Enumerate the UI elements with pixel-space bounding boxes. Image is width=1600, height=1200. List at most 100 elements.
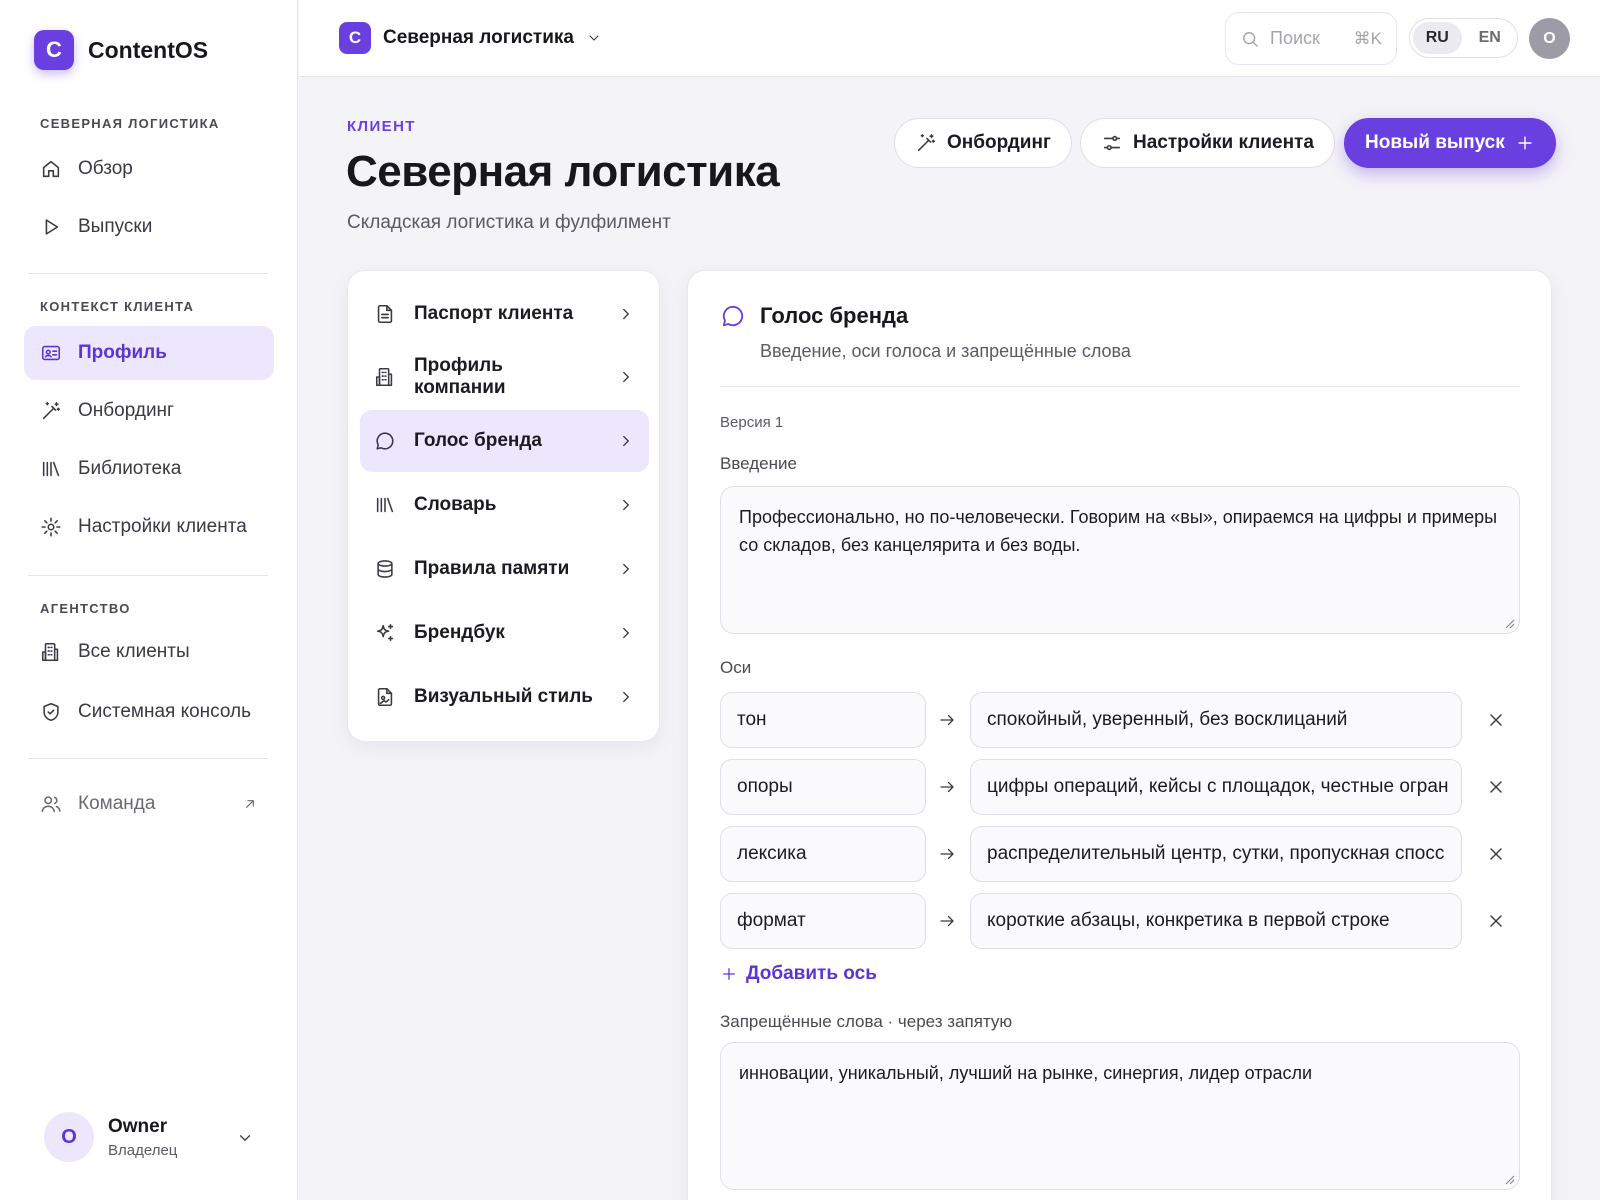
sidebar-item-overview[interactable]: Обзор: [24, 142, 274, 196]
sidebar-item-team[interactable]: Команда: [24, 777, 274, 831]
library-icon: [376, 497, 394, 513]
chevron-down-icon[interactable]: [236, 1129, 254, 1147]
section-description: Введение, оси голоса и запрещённые слова: [760, 341, 1131, 361]
section-header: Голос бренда: [720, 303, 908, 329]
axis-value-input[interactable]: спокойный, уверенный, без восклицаний: [970, 692, 1462, 748]
app-name: ContentOS: [88, 36, 209, 63]
resize-handle-icon[interactable]: [1503, 1173, 1515, 1185]
sidebar-item-onboarding[interactable]: Онбординг: [24, 384, 274, 438]
chevron-right-icon: [623, 435, 629, 447]
axis-value-input[interactable]: распределительный центр, сутки, пропускн…: [970, 826, 1462, 882]
document-icon: [377, 304, 393, 324]
onboarding-button-label: Онбординг: [947, 132, 1051, 153]
chevron-right-icon: [623, 308, 629, 320]
intro-label: Введение: [720, 454, 797, 473]
arrow-right-icon: [940, 915, 954, 927]
axis-row: формат короткие абзацы, конкретика в пер…: [720, 893, 1520, 949]
client-switcher[interactable]: C Северная логистика: [339, 22, 602, 54]
new-release-button-label: Новый выпуск: [1365, 132, 1505, 153]
axis-value-input[interactable]: цифры операций, кейсы с площадок, честны…: [970, 759, 1462, 815]
external-link-icon: [246, 800, 254, 808]
magic-wand-icon: [42, 401, 61, 420]
arrow-right-icon: [940, 714, 954, 726]
sidebar: C ContentOS СЕВЕРНАЯ ЛОГИСТИКА Обзор Вып…: [0, 0, 298, 1200]
menu-item-label: Визуальный стиль: [414, 686, 593, 707]
play-icon: [45, 219, 59, 235]
sidebar-item-label: Системная консоль: [78, 701, 252, 722]
user-name: Owner: [108, 1115, 168, 1137]
chat-bubble-icon: [376, 432, 394, 450]
search-placeholder: Поиск: [1270, 28, 1320, 48]
onboarding-button[interactable]: Онбординг: [894, 118, 1072, 168]
topbar: C Северная логистика Поиск ⌘K RU EN O: [299, 0, 1600, 77]
new-release-button[interactable]: Новый выпуск: [1344, 118, 1556, 168]
menu-item-client-passport[interactable]: Паспорт клиента: [360, 283, 649, 345]
menu-item-label: Профиль компании: [414, 355, 506, 398]
add-axis-label: Добавить ось: [746, 963, 877, 984]
sliders-icon: [1103, 135, 1121, 151]
avatar: O: [44, 1112, 94, 1162]
user-menu[interactable]: O Owner Владелец: [44, 1112, 177, 1162]
axis-key-input[interactable]: тон: [720, 692, 926, 748]
plus-icon: [723, 968, 735, 980]
client-settings-button-label: Настройки клиента: [1133, 132, 1314, 153]
intro-text: Профессионально, но по-человечески. Гово…: [739, 507, 1498, 555]
sidebar-item-all-clients[interactable]: Все клиенты: [24, 625, 274, 679]
language-switch: RU EN: [1409, 18, 1518, 58]
axis-key-input[interactable]: опоры: [720, 759, 926, 815]
menu-item-memory-rules[interactable]: Правила памяти: [360, 538, 649, 600]
axis-key-input[interactable]: формат: [720, 893, 926, 949]
menu-item-brandbook[interactable]: Брендбук: [360, 602, 649, 664]
sidebar-item-library[interactable]: Библиотека: [24, 442, 274, 496]
sidebar-item-profile[interactable]: Профиль: [24, 326, 274, 380]
forbidden-words-textarea[interactable]: инновации, уникальный, лучший на рынке, …: [720, 1042, 1520, 1190]
search-shortcut: ⌘K: [1353, 28, 1382, 48]
sidebar-item-label: Обзор: [78, 158, 133, 179]
id-card-icon: [41, 345, 61, 361]
client-logo: C: [339, 22, 371, 54]
sidebar-item-client-settings[interactable]: Настройки клиента: [24, 500, 274, 554]
sidebar-divider: [28, 273, 268, 274]
home-icon: [42, 160, 60, 178]
client-settings-button[interactable]: Настройки клиента: [1080, 118, 1335, 168]
chevron-right-icon: [623, 691, 629, 703]
chevron-right-icon: [623, 563, 629, 575]
menu-item-brand-voice[interactable]: Голос бренда: [360, 410, 649, 472]
sidebar-section-client: СЕВЕРНАЯ ЛОГИСТИКА: [40, 116, 220, 131]
arrow-right-icon: [940, 781, 954, 793]
client-name: Северная логистика: [383, 27, 574, 48]
axis-row: опоры цифры операций, кейсы с площадок, …: [720, 759, 1520, 815]
sparkles-icon: [376, 623, 394, 642]
sidebar-item-system-console[interactable]: Системная консоль: [24, 685, 274, 739]
lang-option-en[interactable]: EN: [1466, 22, 1515, 54]
axis-key-input[interactable]: лексика: [720, 826, 926, 882]
menu-item-visual-style[interactable]: Визуальный стиль: [360, 666, 649, 728]
resize-handle-icon[interactable]: [1503, 617, 1515, 629]
search-input[interactable]: Поиск ⌘K: [1225, 12, 1397, 65]
sidebar-item-releases[interactable]: Выпуски: [24, 200, 274, 254]
user-role: Владелец: [108, 1141, 178, 1159]
menu-item-dictionary[interactable]: Словарь: [360, 474, 649, 536]
database-icon: [377, 560, 393, 578]
sidebar-divider: [28, 575, 268, 576]
app-brand[interactable]: C ContentOS: [34, 30, 208, 70]
close-icon[interactable]: [1486, 710, 1506, 730]
image-file-icon: [377, 687, 393, 707]
brand-voice-panel: Голос бренда Введение, оси голоса и запр…: [687, 270, 1552, 1200]
lang-option-ru[interactable]: RU: [1413, 22, 1462, 54]
gear-icon: [41, 517, 61, 537]
page-subtitle: Складская логистика и фулфилмент: [347, 212, 671, 233]
chevron-right-icon: [623, 371, 629, 383]
avatar[interactable]: O: [1529, 18, 1570, 59]
intro-textarea[interactable]: Профессионально, но по-человечески. Гово…: [720, 486, 1520, 634]
close-icon[interactable]: [1486, 777, 1506, 797]
app-logo: C: [34, 30, 74, 70]
menu-item-company-profile[interactable]: Профиль компании: [360, 346, 649, 408]
close-icon[interactable]: [1486, 844, 1506, 864]
arrow-right-icon: [940, 848, 954, 860]
menu-item-label: Брендбук: [414, 622, 505, 643]
close-icon[interactable]: [1486, 911, 1506, 931]
plus-icon: [1518, 136, 1532, 150]
add-axis-button[interactable]: Добавить ось: [720, 963, 877, 985]
axis-value-input[interactable]: короткие абзацы, конкретика в первой стр…: [970, 893, 1462, 949]
